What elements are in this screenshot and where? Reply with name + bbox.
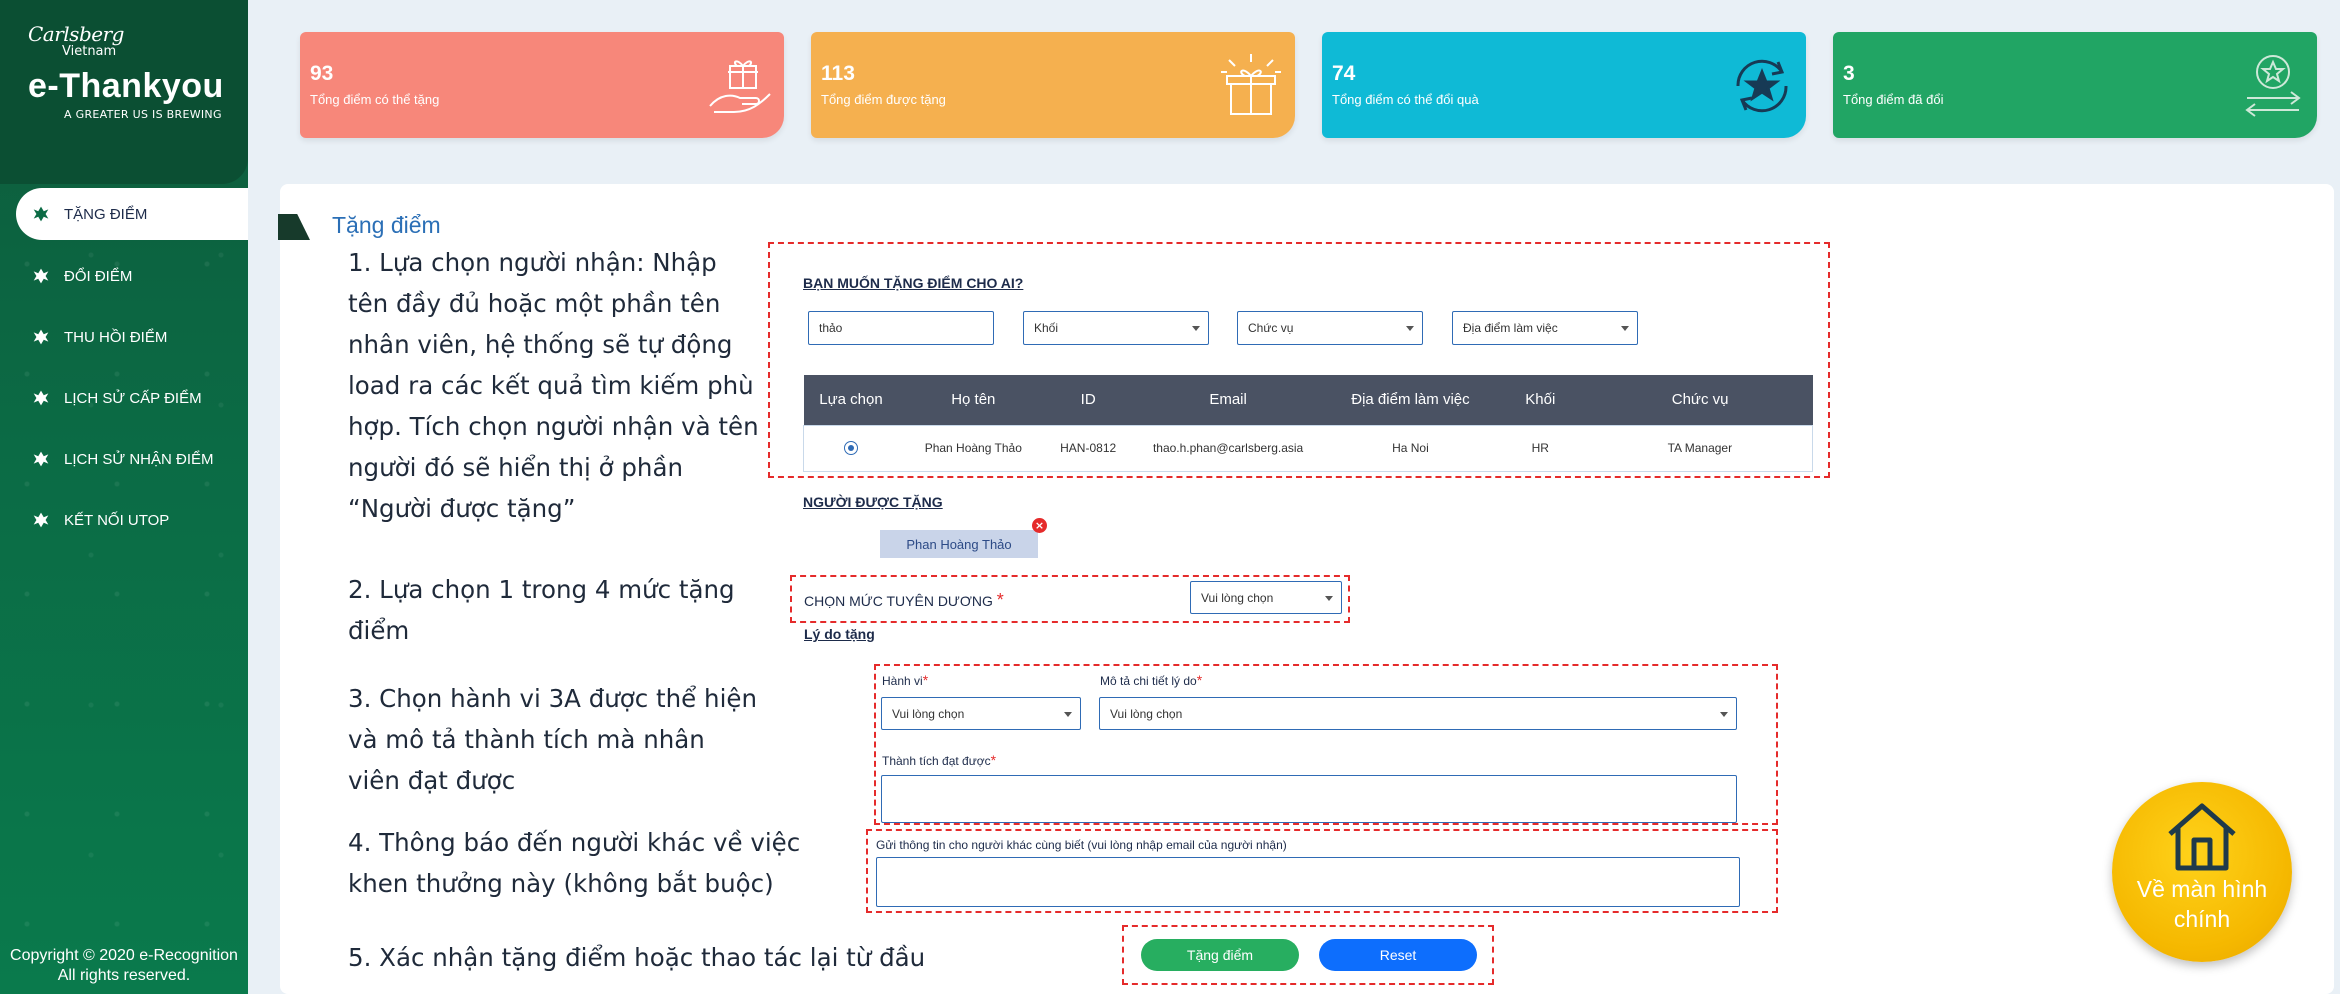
leaf-icon [33,512,49,528]
recipient-heading: Người được tặng [803,494,943,510]
cell-email: thao.h.phan@carlsberg.asia [1128,424,1329,472]
sidebar-item-doi-diem[interactable]: Đổi điểm [0,250,248,302]
select-value: Vui lòng chọn [892,706,965,721]
select-value: Vui lòng chọn [1201,590,1274,605]
select-value: Chức vụ [1248,321,1294,335]
sidebar-item-label: Lịch sử cấp điểm [64,389,202,407]
achievement-input[interactable] [881,775,1737,823]
column-header: Họ tên [898,375,1049,425]
detail-select[interactable]: Vui lòng chọn [1099,697,1737,730]
select-value: Vui lòng chọn [1110,706,1183,721]
required-mark: * [996,590,1004,610]
cell-name: Phan Hoàng Thảo [898,424,1049,472]
cell-id: HAN-0812 [1048,424,1129,472]
instruction-step-4: 4. Thông báo đến người khác về việc khen… [348,828,801,898]
behavior-select[interactable]: Vui lòng chọn [881,697,1081,730]
required-mark: * [1196,672,1203,688]
sidebar-item-label: Thu hồi điểm [64,328,168,346]
brand-logo: Carlsberg [28,22,124,46]
leaf-icon [33,329,49,345]
column-header: Lựa chọn [803,375,899,425]
copyright: Copyright © 2020 e-Recognition All right… [0,946,248,986]
sidebar-item-label: Đổi điểm [64,267,133,285]
dia-diem-select[interactable]: Địa điểm làm việc [1452,311,1638,345]
cell-location: Ha Noi [1328,424,1493,472]
remove-recipient-icon[interactable]: × [1032,518,1047,533]
instruction-step-5: 5. Xác nhận tặng điểm hoặc thao tác lại … [348,943,926,972]
sidebar-item-label: Lịch sử nhận điểm [64,450,214,468]
page-title: Tặng điểm [332,212,441,238]
level-label-text: CHỌN MỨC TUYÊN DƯƠNG [804,593,993,609]
sidebar-item-lich-su-cap-diem[interactable]: Lịch sử cấp điểm [0,372,248,424]
sidebar-item-label: Kết nối Utop [64,511,170,529]
home-icon [2168,803,2236,871]
app-name: e-Thankyou [28,67,224,105]
sidebar-item-tang-diem[interactable]: Tặng điểm [16,188,248,240]
leaf-icon [33,451,49,467]
column-header: Chức vụ [1587,375,1813,425]
leaf-icon [33,390,49,406]
leaf-icon [33,206,49,222]
sidebar-item-thu-hoi-diem[interactable]: Thu hồi điểm [0,311,248,363]
reason-heading: Lý do tặng [804,626,875,642]
stat-card-redeemed: 3 Tổng điểm đã đổi [1833,32,2317,138]
instruction-step-2: 2. Lựa chọn 1 trong 4 mức tặng điểm [348,575,735,645]
required-mark: * [990,752,997,768]
level-label: CHỌN MỨC TUYÊN DƯƠNG * [804,590,1004,611]
home-button-label: Về màn hình chính [2136,876,2268,932]
select-value: Địa điểm làm việc [1463,321,1558,335]
cell-division: HR [1492,424,1588,472]
brand-country: Vietnam [62,44,117,59]
chuc-vu-select[interactable]: Chức vụ [1237,311,1423,345]
notify-label: Gửi thông tin cho người khác cùng biết (… [876,838,1287,852]
recipient-chip: Phan Hoàng Thảo [880,530,1038,558]
table-header-row: Lựa chọn Họ tên ID Email Địa điểm làm vi… [803,375,1813,425]
results-table: Lựa chọn Họ tên ID Email Địa điểm làm vi… [803,375,1813,472]
stat-card-can-give: 93 Tổng điểm có thể tặng [300,32,784,138]
name-search-input[interactable]: thảo [808,311,994,345]
notify-email-input[interactable] [876,857,1740,907]
column-header: Địa điểm làm việc [1328,375,1493,425]
detail-label-text: Mô tả chi tiết lý do [1100,674,1197,688]
select-cell[interactable] [803,424,899,472]
home-button[interactable]: Về màn hình chính [2112,782,2292,962]
gift-sparkle-icon [1221,54,1281,115]
behavior-label-text: Hành vi [882,674,923,688]
level-select[interactable]: Vui lòng chọn [1190,581,1342,614]
selected-radio[interactable] [844,441,859,456]
sidebar-item-ket-noi-utop[interactable]: Kết nối Utop [0,494,248,546]
behavior-label: Hành vi* [882,672,928,688]
star-exchange-icon [2245,55,2301,117]
detail-label: Mô tả chi tiết lý do* [1100,672,1202,688]
column-header: Email [1128,375,1329,425]
brand-block: Carlsberg Vietnam e-Thankyou A GREATER U… [0,0,248,184]
table-row[interactable]: Phan Hoàng Thảo HAN-0812 thao.h.phan@car… [803,424,1813,472]
sidebar: Carlsberg Vietnam e-Thankyou A GREATER U… [0,0,248,994]
achievement-label: Thành tích đạt được* [882,752,996,768]
copyright-line: Copyright © 2020 e-Recognition [10,947,238,964]
column-header: ID [1048,375,1129,425]
leaf-icon [33,268,49,284]
column-header: Khối [1492,375,1588,425]
achievement-label-text: Thành tích đạt được [882,754,991,768]
instruction-step-1: 1. Lựa chọn người nhận: Nhập tên đầy đủ … [348,248,759,523]
submit-points-button[interactable]: Tặng điểm [1141,939,1299,971]
search-heading: Bạn muốn tặng điểm cho ai? [803,275,1024,291]
instruction-step-3: 3. Chọn hành vi 3A được thể hiện và mô t… [348,684,757,795]
reset-button[interactable]: Reset [1319,939,1477,971]
star-cycle-icon [1736,59,1788,113]
gift-hand-icon [709,60,771,113]
copyright-line: All rights reserved. [57,967,191,984]
stat-card-redeemable: 74 Tổng điểm có thể đổi quà [1322,32,1806,138]
sidebar-item-lich-su-nhan-diem[interactable]: Lịch sử nhận điểm [0,433,248,485]
required-mark: * [922,672,929,688]
stat-card-received: 113 Tổng điểm được tặng [811,32,1295,138]
brand-tagline: A GREATER US IS BREWING [64,108,222,121]
sidebar-item-label: Tặng điểm [64,205,148,223]
khoi-select[interactable]: Khối [1023,311,1209,345]
cell-position: TA Manager [1587,424,1813,472]
select-value: Khối [1034,321,1059,335]
